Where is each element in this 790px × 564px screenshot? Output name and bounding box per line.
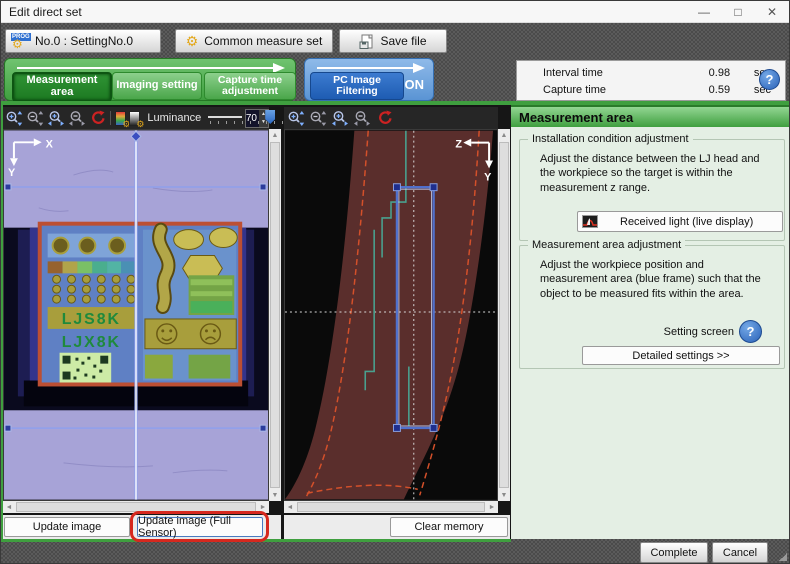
zoom-in-vertical-icon[interactable] [5,109,23,127]
zoom-out-horizontal-icon[interactable] [352,109,371,127]
edit-direct-set-window: Edit direct set — □ ✕ PROG ⚙ No.0 : Sett… [0,0,790,564]
scroll-left-icon[interactable]: ◄ [3,501,15,513]
capture-time-row: Capture time 0.59 sec [517,81,785,98]
zoom-out-vertical-icon[interactable] [26,109,44,127]
gray-palette-setting-icon[interactable]: ⚙ [129,109,140,127]
interval-time-row: Interval time 0.98 sec [517,64,785,81]
area-adjustment-group-title: Measurement area adjustment [528,239,685,251]
tab-capture-time-adjustment[interactable]: Capture time adjustment [204,72,296,100]
scroll-right-icon[interactable]: ► [486,501,498,513]
title-bar: Edit direct set — □ ✕ [1,1,789,23]
camera-horizontal-scrollbar[interactable]: ◄ ► [3,501,269,513]
program-icon: PROG ⚙ [11,33,29,49]
axis-x-label: X [46,138,54,150]
zoom-in-vertical-icon[interactable] [286,109,305,127]
profile-vertical-scrollbar[interactable]: ▲ ▼ [498,129,510,501]
save-file-label: Save file [380,34,426,48]
clear-memory-button[interactable]: Clear memory [390,517,508,537]
color-palette-setting-icon[interactable]: ⚙ [115,109,126,127]
installation-description: Adjust the distance between the LJ head … [540,152,772,195]
right-panel-header: Measurement area [511,105,790,127]
camera-image-view[interactable]: LJS8K LJX8K [3,129,269,501]
measure-flow-tab-group: Measurement area Imaging setting Capture… [4,58,296,101]
save-icon [359,34,374,49]
installation-group-title: Installation condition adjustment [528,133,693,145]
close-button[interactable]: ✕ [755,2,789,22]
reset-view-icon[interactable] [374,109,393,127]
common-measure-set-button[interactable]: ⚙ Common measure set [175,29,333,53]
scroll-left-icon[interactable]: ◄ [284,501,296,513]
cancel-button[interactable]: Cancel [712,542,768,563]
pc-image-filtering-group: PC Image Filtering ON [304,58,434,101]
zoom-out-vertical-icon[interactable] [308,109,327,127]
timing-help-icon[interactable]: ? [759,69,780,90]
installation-condition-group: Installation condition adjustment Adjust… [519,139,785,241]
workpiece-text-ljs8k: LJS8K [62,311,121,328]
scroll-right-icon[interactable]: ► [257,501,269,513]
axis-y-label: Y [484,171,492,183]
scroll-up-icon[interactable]: ▲ [269,129,281,141]
right-panel-body: Installation condition adjustment Adjust… [511,127,790,539]
axis-y-label: Y [8,167,16,179]
tab-imaging-setting[interactable]: Imaging setting [112,72,202,100]
profile-horizontal-scrollbar[interactable]: ◄ ► [284,501,498,513]
received-light-waveform-icon [582,215,598,228]
tab-measurement-area[interactable]: Measurement area [12,72,112,102]
timing-info-box: Interval time 0.98 sec Capture time 0.59… [516,60,786,101]
axis-z-label: Z [455,139,462,151]
reset-view-icon[interactable] [89,109,105,127]
update-image-button[interactable]: Update image [4,517,130,537]
complete-button[interactable]: Complete [640,542,708,563]
detailed-settings-button[interactable]: Detailed settings >> [582,346,780,365]
setting-number-label: No.0 : SettingNo.0 [35,34,133,48]
scrollbar-thumb[interactable] [297,502,485,512]
common-measure-set-label: Common measure set [204,34,322,48]
minimize-button[interactable]: — [687,2,721,22]
workpiece-text-ljx8k: LJX8K [62,334,121,351]
scroll-down-icon[interactable]: ▼ [498,489,510,501]
received-light-button[interactable]: Received light (live display) [577,211,783,232]
measurement-area-adjustment-group: Measurement area adjustment Adjust the w… [519,245,785,369]
window-title: Edit direct set [1,5,687,19]
scrollbar-thumb[interactable] [499,142,509,488]
tab-pc-image-filtering[interactable]: PC Image Filtering [310,72,404,100]
gear-icon: ⚙ [12,38,23,50]
resize-grip[interactable] [779,553,787,561]
maximize-button[interactable]: □ [721,2,755,22]
zoom-out-horizontal-icon[interactable] [68,109,86,127]
luminance-slider[interactable] [208,109,242,127]
scrollbar-thumb[interactable] [270,142,280,488]
gear-icon: ⚙ [186,34,199,48]
setting-number-button[interactable]: PROG ⚙ No.0 : SettingNo.0 [5,29,161,53]
camera-vertical-scrollbar[interactable]: ▲ ▼ [269,129,281,501]
scrollbar-thumb[interactable] [16,502,256,512]
profile-view-toolbar [284,107,498,129]
luminance-label: Luminance [147,112,201,124]
scroll-up-icon[interactable]: ▲ [498,129,510,141]
area-adjustment-description: Adjust the workpiece position and measur… [540,258,772,301]
update-image-full-sensor-button[interactable]: Update image (Full Sensor) [137,517,263,537]
profile-view[interactable]: Z Y [284,129,498,501]
scroll-down-icon[interactable]: ▼ [269,489,281,501]
setting-screen-help-icon[interactable]: ? [739,320,762,343]
camera-view-toolbar: ⚙ ⚙ Luminance 70 ▲ ▼ [3,107,269,129]
save-file-button[interactable]: Save file [339,29,447,53]
zoom-in-horizontal-icon[interactable] [47,109,65,127]
pc-filter-state-label: ON [405,77,425,92]
zoom-in-horizontal-icon[interactable] [330,109,349,127]
setting-screen-label: Setting screen [664,326,734,338]
